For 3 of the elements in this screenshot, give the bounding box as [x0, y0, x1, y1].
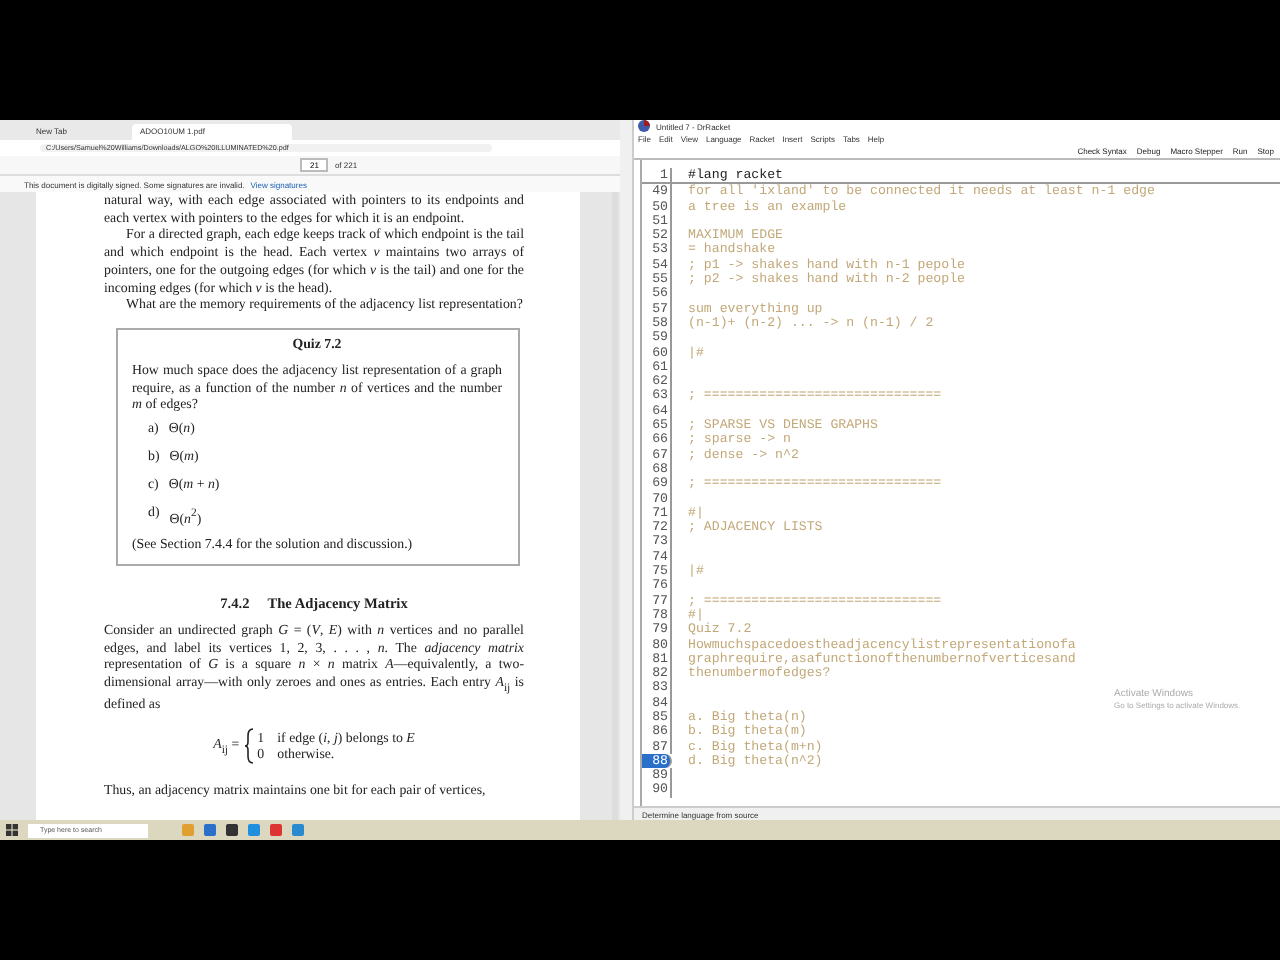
windows-start-icon[interactable]	[6, 824, 18, 836]
lambda-logo-icon	[638, 120, 650, 132]
brace-icon	[243, 727, 254, 768]
